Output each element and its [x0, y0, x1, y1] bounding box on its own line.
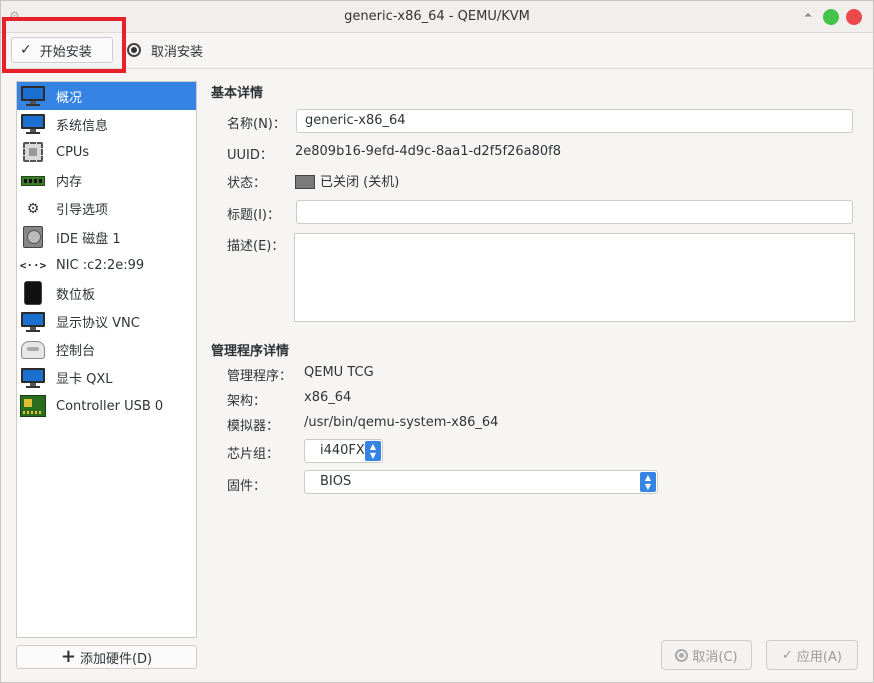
sidebar-item-label: NIC :c2:2e:99	[56, 257, 145, 273]
title-bar: ⚙ generic-x86_64 - QEMU/KVM ⏶	[1, 1, 873, 33]
updown-arrows-icon: ▲ ▼	[640, 472, 656, 492]
sidebar-item-label: 显卡 QXL	[56, 372, 113, 388]
sidebar-item-label: 概况	[56, 90, 83, 106]
add-hardware-label: 添加硬件(D)	[79, 651, 153, 667]
add-hardware-button[interactable]: + 添加硬件(D)	[16, 645, 197, 669]
hypervisor-value: QEMU TCG	[304, 365, 374, 380]
window-title: generic-x86_64 - QEMU/KVM	[344, 9, 530, 24]
sidebar-item-label: Controller USB 0	[56, 398, 164, 414]
name-input[interactable]: generic-x86_64	[296, 109, 853, 133]
close-button[interactable]	[846, 9, 862, 25]
name-label: 名称(N)：	[227, 117, 286, 132]
memory-icon	[20, 170, 46, 192]
arch-value: x86_64	[304, 390, 352, 405]
toolbar: ✓ 开始安装 取消安装	[1, 33, 873, 69]
firmware-select[interactable]: BIOS ▲ ▼	[304, 470, 658, 494]
sidebar-item-cpus[interactable]: CPUs	[17, 138, 196, 166]
description-textarea[interactable]	[294, 233, 855, 322]
sidebar-item-label: 引导选项	[56, 203, 109, 219]
sidebar-item-os-info[interactable]: 系统信息	[17, 110, 196, 138]
sidebar-item-label: 显示协议 VNC	[56, 316, 140, 332]
gears-icon: ⚙	[26, 200, 40, 217]
monitor-icon	[20, 367, 46, 389]
updown-arrows-icon: ▲ ▼	[365, 441, 381, 461]
start-install-button[interactable]: ✓ 开始安装	[11, 37, 113, 63]
title-input[interactable]	[296, 200, 853, 224]
sidebar-item-tablet[interactable]: 数位板	[17, 279, 196, 307]
plus-icon: +	[60, 646, 76, 667]
vm-details-window: ⚙ generic-x86_64 - QEMU/KVM ⏶ ✓ 开始安装 取消安…	[0, 0, 874, 683]
monitor-icon	[20, 85, 46, 107]
chipset-label: 芯片组：	[227, 447, 280, 462]
disk-icon	[20, 226, 46, 249]
cpu-icon	[20, 141, 46, 163]
cancel-button[interactable]: 取消(C)	[661, 640, 752, 670]
firmware-value: BIOS	[320, 474, 352, 489]
sidebar-item-video-qxl[interactable]: 显卡 QXL	[17, 364, 196, 392]
sidebar-item-memory[interactable]: 内存	[17, 167, 196, 195]
usb-controller-icon	[20, 395, 46, 418]
sidebar-item-usb-controller[interactable]: Controller USB 0	[17, 392, 196, 420]
vm-off-icon	[295, 174, 315, 189]
sidebar-item-display-vnc[interactable]: 显示协议 VNC	[17, 308, 196, 336]
apply-button[interactable]: ✓ 应用(A)	[766, 640, 858, 670]
sidebar-item-ide-disk[interactable]: IDE 磁盘 1	[17, 223, 196, 251]
start-install-label: 开始安装	[39, 44, 92, 60]
chipset-select[interactable]: i440FX ▲ ▼	[304, 439, 383, 463]
apply-label: 应用(A)	[796, 649, 842, 665]
check-icon: ✓	[782, 647, 793, 663]
minimize-icon[interactable]: ⏶	[801, 9, 815, 23]
hypervisor-details-heading: 管理程序详情	[211, 344, 290, 359]
state-text: 已关闭 (关机)	[320, 175, 400, 190]
sidebar-item-label: 内存	[56, 175, 83, 191]
hardware-list: 概况 系统信息 CPUs 内存 ⚙ 引导选项 IDE 磁盘 1 <··> NIC…	[16, 81, 197, 638]
sidebar-item-label: CPUs	[56, 144, 90, 160]
sidebar-item-label: 数位板	[56, 287, 96, 303]
cancel-label: 取消(C)	[692, 649, 738, 665]
sidebar-item-label: 控制台	[56, 344, 96, 360]
sidebar-item-label: 系统信息	[56, 118, 109, 134]
tablet-icon	[20, 281, 46, 306]
uuid-label: UUID：	[227, 148, 273, 163]
check-icon: ✓	[20, 42, 32, 58]
state-value: 已关闭 (关机)	[295, 171, 399, 190]
basic-details-heading: 基本详情	[211, 86, 264, 101]
monitor-icon	[20, 113, 46, 135]
maximize-button[interactable]	[823, 9, 839, 25]
chipset-value: i440FX	[320, 443, 365, 458]
cancel-install-button[interactable]: 取消安装	[127, 37, 203, 63]
cancel-install-label: 取消安装	[151, 44, 204, 60]
stop-icon	[127, 43, 141, 57]
emulator-value: /usr/bin/qemu-system-x86_64	[304, 415, 499, 430]
hypervisor-label: 管理程序：	[227, 369, 293, 384]
stop-icon	[675, 648, 689, 662]
network-icon: <··>	[19, 258, 47, 272]
sidebar-item-nic[interactable]: <··> NIC :c2:2e:99	[17, 251, 196, 279]
sidebar-item-label: IDE 磁盘 1	[56, 231, 121, 247]
emulator-label: 模拟器：	[227, 419, 280, 434]
uuid-value: 2e809b16-9efd-4d9c-8aa1-d2f5f26a80f8	[295, 144, 561, 159]
console-icon	[20, 339, 46, 361]
sidebar-item-boot-options[interactable]: ⚙ 引导选项	[17, 195, 196, 223]
monitor-icon	[20, 311, 46, 333]
arch-label: 架构：	[227, 394, 267, 409]
state-label: 状态：	[227, 176, 267, 191]
firmware-label: 固件：	[227, 479, 267, 494]
description-label: 描述(E)：	[227, 239, 285, 254]
sidebar-item-console[interactable]: 控制台	[17, 336, 196, 364]
title-label: 标题(I)：	[227, 208, 280, 223]
sidebar-item-overview[interactable]: 概况	[17, 82, 196, 111]
